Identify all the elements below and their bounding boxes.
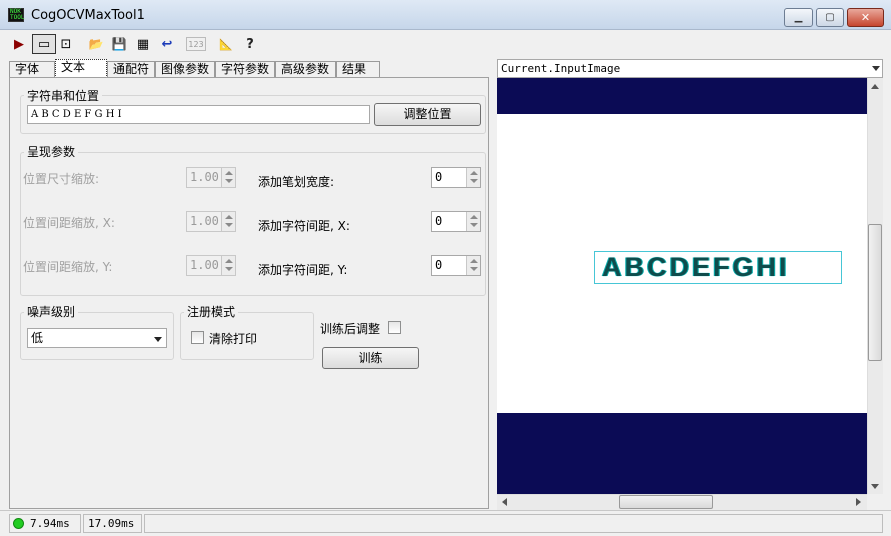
image-selector-value: Current.InputImage [501,62,621,75]
image-band-bottom [497,413,867,494]
char-spacing-x-value: 0 [435,214,443,228]
string-input[interactable]: A B C D E F G H I [27,105,370,124]
status-message [144,514,883,533]
register-mode-legend: 注册模式 [184,303,239,320]
text-tab-panel: 字符串和位置 A B C D E F G H I 调整位置 呈现参数 位置尺寸缩… [9,77,489,509]
scale-spacing-y-spinner: 1.00 [186,255,236,276]
run-icon[interactable]: ▶ [9,34,29,54]
scale-spacing-x-spinner: 1.00 [186,211,236,232]
noise-legend: 噪声级别 [24,303,79,320]
adjust-position-button[interactable]: 调整位置 [374,103,481,126]
help-icon[interactable]: ? [240,34,260,54]
char-spacing-x-label: 添加字符间距, X: [258,219,350,233]
scale-spacing-y-label: 位置间距缩放, Y: [23,260,113,274]
status-time-2-value: 17.09ms [88,517,135,530]
image-display[interactable]: ABCDEFGHI [497,78,867,494]
open-folder-icon[interactable]: 📂 [86,34,106,54]
tab-image-params[interactable]: 图像参数 [155,61,215,78]
maximize-button[interactable]: ▢ [816,8,844,27]
settings-icon[interactable]: ▦ [133,34,153,54]
toolbar: ▶ ▭ ⊡ 📂 💾 ▦ ↩ 123 📐 ? [0,31,891,59]
close-button[interactable]: ✕ [847,8,884,27]
scale-spacing-y-value: 1.00 [190,258,219,272]
magnify-icon[interactable]: ⊡ [56,34,76,54]
tab-font[interactable]: 字体 [9,61,55,78]
scroll-right-icon[interactable] [856,498,861,506]
app-icon: NOK TOOL [8,8,24,22]
scroll-up-icon[interactable] [871,84,879,89]
scale-size-spinner: 1.00 [186,167,236,188]
scroll-down-icon[interactable] [871,484,879,489]
app-icon-text: NOK TOOL [10,8,25,21]
horizontal-scroll-thumb[interactable] [619,495,713,509]
tab-results[interactable]: 结果 [336,61,380,78]
vertical-scroll-thumb[interactable] [868,224,882,361]
char-spacing-y-spinner[interactable]: 0 [431,255,481,276]
tab-text[interactable]: 文本 [55,59,107,78]
scale-spacing-x-value: 1.00 [190,214,219,228]
scale-size-label: 位置尺寸缩放: [23,172,100,186]
status-time-1-value: 7.94ms [30,517,70,530]
train-button[interactable]: 训练 [322,347,419,369]
image-pane-icon[interactable]: ▭ [32,34,56,54]
reset-icon[interactable]: ↩ [157,34,177,54]
stroke-width-value: 0 [435,170,443,184]
string-position-legend: 字符串和位置 [24,87,103,104]
tab-advanced-params[interactable]: 高级参数 [275,61,336,78]
minimize-button[interactable]: ▁ [784,8,813,27]
render-params-legend: 呈现参数 [24,143,79,160]
clear-print-checkbox[interactable] [191,331,204,344]
status-time-2: 17.09ms [83,514,142,533]
status-time-1: 7.94ms [9,514,81,533]
scale-size-value: 1.00 [190,170,219,184]
edit-icon[interactable]: 📐 [216,34,236,54]
char-spacing-y-label: 添加字符间距, Y: [258,263,348,277]
numeric-icon[interactable]: 123 [186,37,206,51]
chevron-down-icon [872,66,880,71]
stroke-width-label: 添加笔划宽度: [258,175,335,189]
save-icon[interactable]: 💾 [109,34,129,54]
stroke-width-spinner[interactable]: 0 [431,167,481,188]
chevron-down-icon [154,337,162,342]
clear-print-label: 清除打印 [209,332,258,346]
tab-char-params[interactable]: 字符参数 [215,61,275,78]
image-band-top [497,78,867,114]
adjust-after-train-label: 训练后调整 [320,322,381,336]
adjust-after-train-checkbox[interactable] [388,321,401,334]
char-spacing-x-spinner[interactable]: 0 [431,211,481,232]
scroll-left-icon[interactable] [502,498,507,506]
window-title: CogOCVMaxTool1 [31,8,145,23]
status-bar: 7.94ms 17.09ms [0,510,891,536]
scroll-corner [867,494,883,510]
title-bar: NOK TOOL CogOCVMaxTool1 ▁ ▢ ✕ [0,0,891,30]
noise-selected: 低 [31,331,44,345]
char-spacing-y-value: 0 [435,258,443,272]
status-ok-icon [13,518,24,529]
image-selector[interactable]: Current.InputImage [497,59,883,78]
noise-select[interactable]: 低 [27,328,167,348]
ocv-roi-box[interactable] [594,251,842,284]
tab-wildcard[interactable]: 通配符 [107,61,155,78]
scale-spacing-x-label: 位置间距缩放, X: [23,216,115,230]
